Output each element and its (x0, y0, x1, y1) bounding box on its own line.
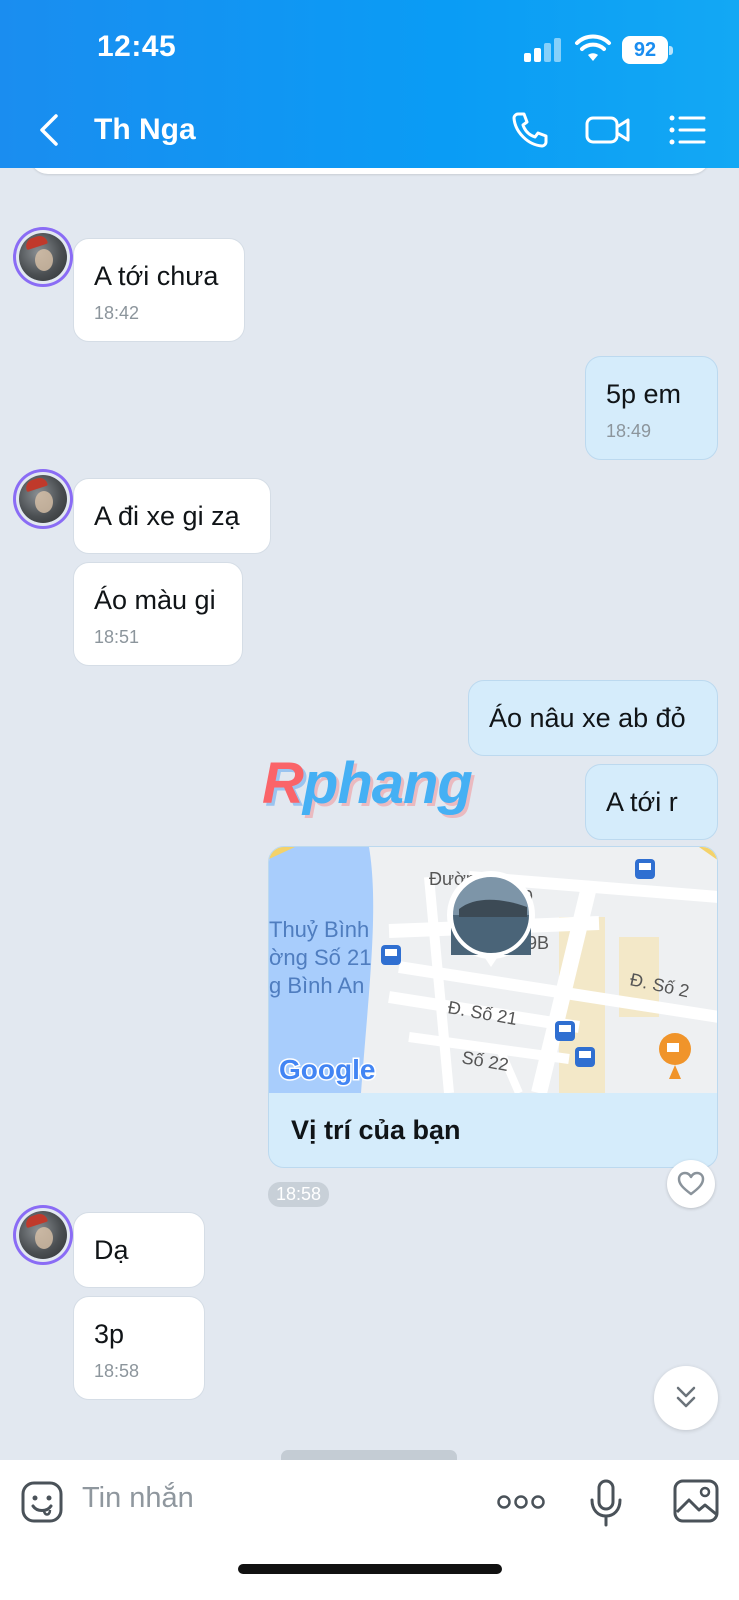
avatar[interactable] (16, 472, 70, 526)
heart-react-icon[interactable] (667, 1160, 715, 1208)
home-indicator[interactable] (238, 1564, 502, 1574)
message-bubble[interactable]: A tới chưa 18:42 (73, 238, 245, 342)
map-label-area: g Bình An (269, 973, 364, 998)
message-text: A tới r (606, 787, 678, 817)
watermark-logo: Rphang (262, 751, 473, 816)
avatar[interactable] (16, 230, 70, 284)
message-bubble[interactable]: 5p em 18:49 (585, 356, 718, 460)
microphone-icon[interactable] (586, 1478, 626, 1528)
status-time: 12:45 (97, 30, 177, 63)
bus-stop-icon (381, 945, 401, 965)
message-time: 18:51 (94, 627, 140, 647)
message-time: 18:58 (94, 1361, 140, 1381)
message-text: Dạ (94, 1235, 129, 1265)
avatar[interactable] (16, 1208, 70, 1262)
back-button[interactable] (30, 108, 70, 152)
message-list[interactable]: A tới chưa 18:42 5p em 18:49 A đi xe gi … (0, 168, 739, 1460)
drag-handle[interactable] (281, 1450, 457, 1460)
message-bubble[interactable]: Áo màu gi 18:51 (73, 562, 243, 666)
message-text: Áo màu gi (94, 585, 216, 615)
cellular-signal-icon (524, 38, 564, 62)
bus-stop-icon (635, 859, 655, 879)
message-bubble[interactable]: A đi xe gi zạ (73, 478, 271, 554)
previous-message-edge (30, 168, 710, 174)
more-options-icon[interactable] (496, 1490, 546, 1514)
message-time: 18:49 (606, 421, 652, 441)
location-card[interactable]: Thuỷ Bình ờng Số 21 g Bình An Đường 9 9B… (268, 846, 718, 1168)
bus-stop-icon (575, 1047, 595, 1067)
location-label: Vị trí của bạn (291, 1115, 461, 1145)
message-text: 5p em (606, 379, 682, 409)
contact-name[interactable]: Th Nga (94, 113, 196, 147)
scroll-to-bottom-button[interactable] (654, 1366, 718, 1430)
message-input[interactable]: Tin nhắn (82, 1482, 194, 1515)
message-time: 18:58 (268, 1182, 330, 1207)
message-bubble[interactable]: 3p 18:58 (73, 1296, 205, 1400)
map-label-ward: Thuỷ Bình (269, 917, 369, 942)
map-label-school: ờng Số 21 (269, 945, 372, 970)
chat-header: 12:45 92 Th Nga (0, 0, 739, 168)
google-logo: Google (278, 1053, 377, 1087)
sticker-emoji-icon[interactable] (20, 1480, 64, 1524)
map-preview[interactable]: Thuỷ Bình ờng Số 21 g Bình An Đường 9 9B… (269, 847, 718, 1093)
wifi-icon (575, 34, 611, 61)
message-text: A tới chưa (94, 261, 219, 291)
message-text: 3p (94, 1319, 125, 1349)
bus-stop-icon (555, 1021, 575, 1041)
video-call-icon[interactable] (584, 108, 632, 152)
message-text: Áo nâu xe ab đỏ (489, 703, 686, 733)
battery-indicator: 92 (622, 36, 673, 64)
image-gallery-icon[interactable] (672, 1478, 720, 1524)
message-bubble[interactable]: A tới r (585, 764, 718, 840)
message-time: 18:42 (94, 303, 140, 323)
menu-list-icon[interactable] (666, 108, 710, 152)
svg-text:Google: Google (279, 1054, 375, 1085)
message-bubble[interactable]: Dạ (73, 1212, 205, 1288)
location-pin-icon (447, 871, 535, 967)
phone-call-icon[interactable] (508, 108, 552, 152)
message-bubble[interactable]: Áo nâu xe ab đỏ (468, 680, 718, 756)
message-input-bar: Tin nhắn (0, 1460, 739, 1600)
message-text: A đi xe gi zạ (94, 501, 240, 531)
